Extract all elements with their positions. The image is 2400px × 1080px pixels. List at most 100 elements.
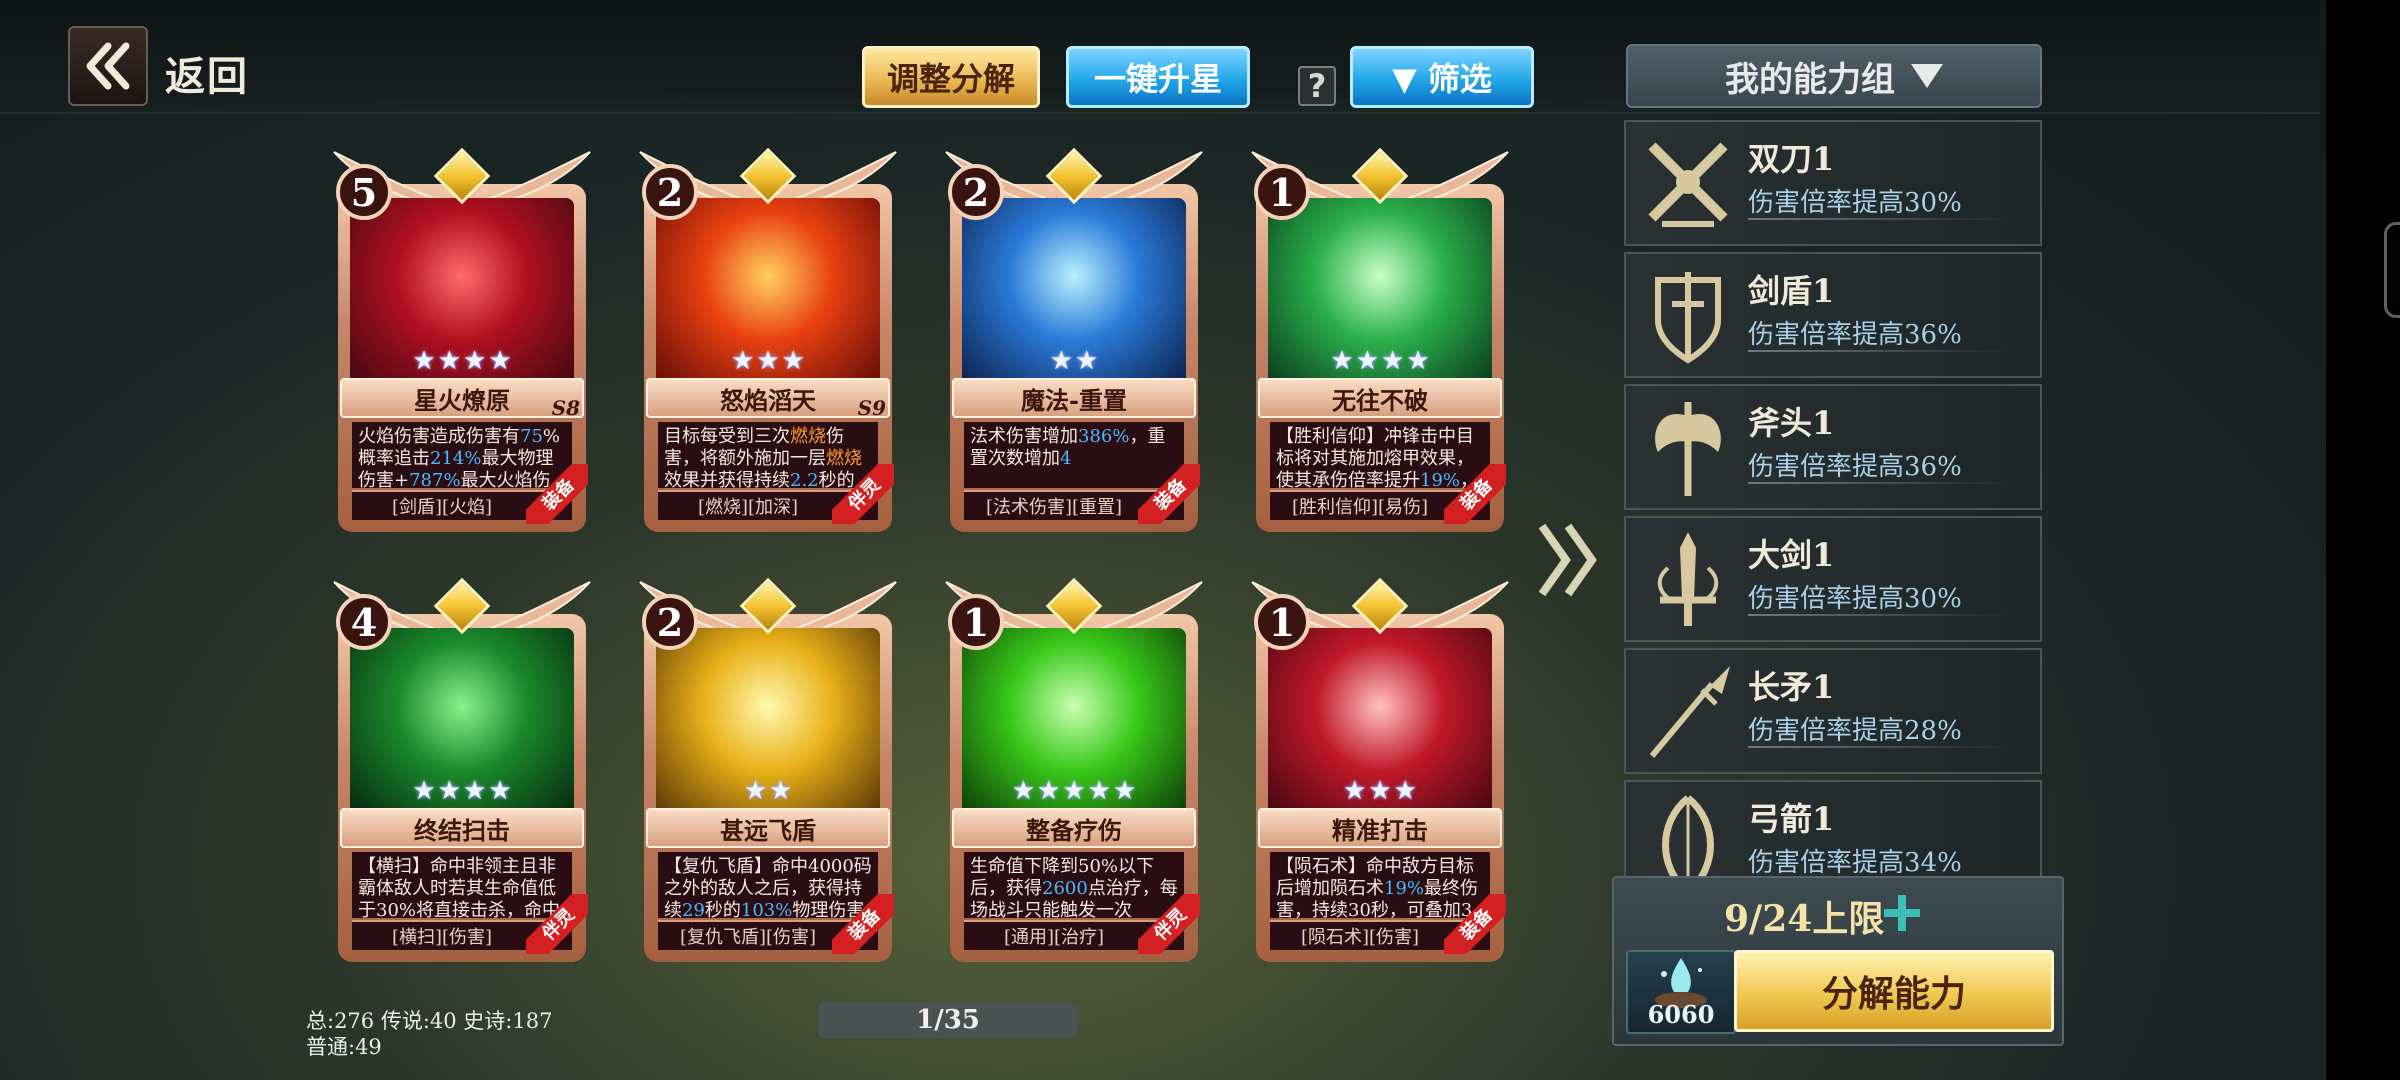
help-icon[interactable]: ? xyxy=(1298,66,1336,106)
ability-name: 斧头1 xyxy=(1748,404,1835,442)
description-fragment: 19% xyxy=(1384,878,1425,899)
ability-card[interactable]: 2 ★ ★ 魔法-重置 法术伤害增加386%，重置次数增加4 [法术伤害][重置]… xyxy=(938,146,1210,538)
slot-ribbon: 装备 xyxy=(526,464,588,524)
description-fragment: 75 xyxy=(520,426,543,447)
stats-line-2: 普通:49 xyxy=(306,1035,382,1059)
description-fragment: 燃烧 xyxy=(790,426,826,447)
ability-card[interactable]: 5 ★ ★ ★ ★ 星火燎原 S8 火焰伤害造成伤害有75%概率追击214%最大物理伤… xyxy=(326,146,598,538)
star-icon: ★ xyxy=(488,346,512,376)
star-icon: ★ xyxy=(781,346,805,376)
slot-ribbon-label: 伴灵 xyxy=(832,464,894,524)
card-count: 1 xyxy=(1254,594,1310,650)
decompose-button[interactable]: 分解能力 xyxy=(1734,950,2054,1032)
star-icon: ★ xyxy=(1381,346,1405,376)
description-fragment: 2600 xyxy=(1042,878,1088,899)
card-name: 精准打击 xyxy=(1258,808,1502,848)
ability-bonus: 伤害倍率提高34% xyxy=(1748,848,1962,878)
slot-ribbon: 伴灵 xyxy=(832,464,894,524)
card-name: 星火燎原 xyxy=(340,378,584,418)
slot-ribbon-label: 装备 xyxy=(1444,464,1506,524)
card-name: 无往不破 xyxy=(1258,378,1502,418)
card-count: 2 xyxy=(642,594,698,650)
ability-bonus: 伤害倍率提高36% xyxy=(1748,452,1962,482)
ability-group-item[interactable]: 剑盾1 伤害倍率提高36% xyxy=(1624,252,2042,378)
star-icon: ★ xyxy=(1355,346,1379,376)
filter-button[interactable]: ▼ 筛选 xyxy=(1350,46,1534,108)
ability-name: 双刀1 xyxy=(1748,140,1835,178)
star-icon: ★ xyxy=(463,776,487,806)
plus-icon[interactable] xyxy=(1882,893,1922,933)
greatsword-icon xyxy=(1657,532,1719,626)
ability-bonus: 伤害倍率提高30% xyxy=(1748,584,1962,614)
spear-icon xyxy=(1649,666,1730,758)
star-icon: ★ xyxy=(743,776,767,806)
divider xyxy=(1748,482,2008,484)
description-fragment: 103% xyxy=(740,900,793,918)
card-count: 2 xyxy=(948,164,1004,220)
slot-ribbon-label: 装备 xyxy=(832,894,894,954)
ability-name: 长矛1 xyxy=(1748,668,1835,706)
ability-bonus: 伤害倍率提高36% xyxy=(1748,320,1962,350)
ability-group-item[interactable]: 弓箭1 伤害倍率提高34% xyxy=(1624,780,2042,878)
star-icon: ★ xyxy=(412,346,436,376)
card-count: 2 xyxy=(642,164,698,220)
description-fragment: 效果并获得持续 xyxy=(664,470,790,488)
description-fragment: 2.2 xyxy=(790,470,819,488)
slot-ribbon-label: 伴灵 xyxy=(1138,894,1200,954)
star-rating: ★ ★ ★ ★ xyxy=(350,346,574,380)
slot-ribbon-label: 伴灵 xyxy=(526,894,588,954)
ability-bonus: 伤害倍率提高30% xyxy=(1748,188,1962,218)
star-icon: ★ xyxy=(1037,776,1061,806)
edge-handle[interactable] xyxy=(2384,222,2400,318)
ability-card[interactable]: 1 ★ ★ ★ 精准打击 【陨石术】命中敌方目标后增加陨石术19%最终伤害，持续30… xyxy=(1244,576,1516,968)
back-label[interactable]: 返回 xyxy=(165,44,249,102)
divider xyxy=(1748,746,2008,748)
card-count: 5 xyxy=(336,164,392,220)
star-icon: ★ xyxy=(437,346,461,376)
ability-card[interactable]: 1 ★ ★ ★ ★ ★ 整备疗伤 生命值下降到50%以下后，获得2600点治疗，每场战斗… xyxy=(938,576,1210,968)
star-icon: ★ xyxy=(1112,776,1137,806)
star-rating: ★ ★ ★ xyxy=(656,346,880,380)
star-icon: ★ xyxy=(1049,346,1073,376)
ability-group-item[interactable]: 双刀1 伤害倍率提高30% xyxy=(1624,120,2042,246)
screen-edge xyxy=(2326,0,2400,1080)
description-fragment: 386% xyxy=(1078,426,1130,447)
adjust-decompose-button[interactable]: 调整分解 xyxy=(862,46,1040,108)
card-name: 终结扫击 xyxy=(340,808,584,848)
ability-card[interactable]: 2 ★ ★ ★ 怒焰滔天 S9 目标每受到三次燃烧伤害，将额外施加一层燃烧效果并获得… xyxy=(632,146,904,538)
description-fragment: 火焰伤害造成伤害有 xyxy=(358,426,520,447)
back-button[interactable] xyxy=(68,26,148,106)
ability-group-dropdown[interactable]: 我的能力组 xyxy=(1626,44,2042,108)
slot-ribbon: 装备 xyxy=(1444,894,1506,954)
ability-card[interactable]: 4 ★ ★ ★ ★ 终结扫击 【横扫】命中非领主且非霸体敌人时若其生命值低于30%将直… xyxy=(326,576,598,968)
star-icon: ★ xyxy=(731,346,755,376)
description-fragment: 29 xyxy=(682,900,705,918)
star-icon: ★ xyxy=(1062,776,1086,806)
star-rating: ★ ★ xyxy=(656,776,880,810)
ability-card[interactable]: 2 ★ ★ 甚远飞盾 【复仇飞盾】命中4000码之外的敌人之后，获得持续29秒的1… xyxy=(632,576,904,968)
one-click-upgrade-button[interactable]: 一键升星 xyxy=(1066,46,1250,108)
collection-stats: 总:276 传说:40 史诗:187 普通:49 xyxy=(306,1008,552,1060)
star-rating: ★ ★ ★ ★ xyxy=(1268,346,1492,380)
ability-group-item[interactable]: 大剑1 伤害倍率提高30% xyxy=(1624,516,2042,642)
star-rating: ★ ★ ★ ★ ★ xyxy=(962,776,1186,810)
slot-ribbon: 装备 xyxy=(1444,464,1506,524)
bow-icon xyxy=(1662,795,1714,876)
ability-group-item[interactable]: 长矛1 伤害倍率提高28% xyxy=(1624,648,2042,774)
slot-ribbon: 伴灵 xyxy=(526,894,588,954)
crossed-blades-icon xyxy=(1648,142,1728,227)
slot-ribbon: 装备 xyxy=(1138,464,1200,524)
star-icon: ★ xyxy=(437,776,461,806)
double-chevron-left-icon xyxy=(86,42,130,90)
description-fragment: 214% xyxy=(430,448,482,469)
ability-group-item[interactable]: 斧头1 伤害倍率提高36% xyxy=(1624,384,2042,510)
star-icon: ★ xyxy=(769,776,793,806)
double-chevron-right-icon[interactable] xyxy=(1536,520,1602,600)
description-fragment: 787% xyxy=(409,470,461,488)
ability-card[interactable]: 1 ★ ★ ★ ★ 无往不破 【胜利信仰】冲锋击中目标将对其施加熔甲效果，使其承伤倍率… xyxy=(1244,146,1516,538)
page-indicator[interactable]: 1/35 xyxy=(818,1002,1078,1038)
slot-ribbon-label: 装备 xyxy=(1138,464,1200,524)
card-name: 魔法-重置 xyxy=(952,378,1196,418)
star-icon: ★ xyxy=(1343,776,1367,806)
ability-bonus: 伤害倍率提高28% xyxy=(1748,716,1962,746)
